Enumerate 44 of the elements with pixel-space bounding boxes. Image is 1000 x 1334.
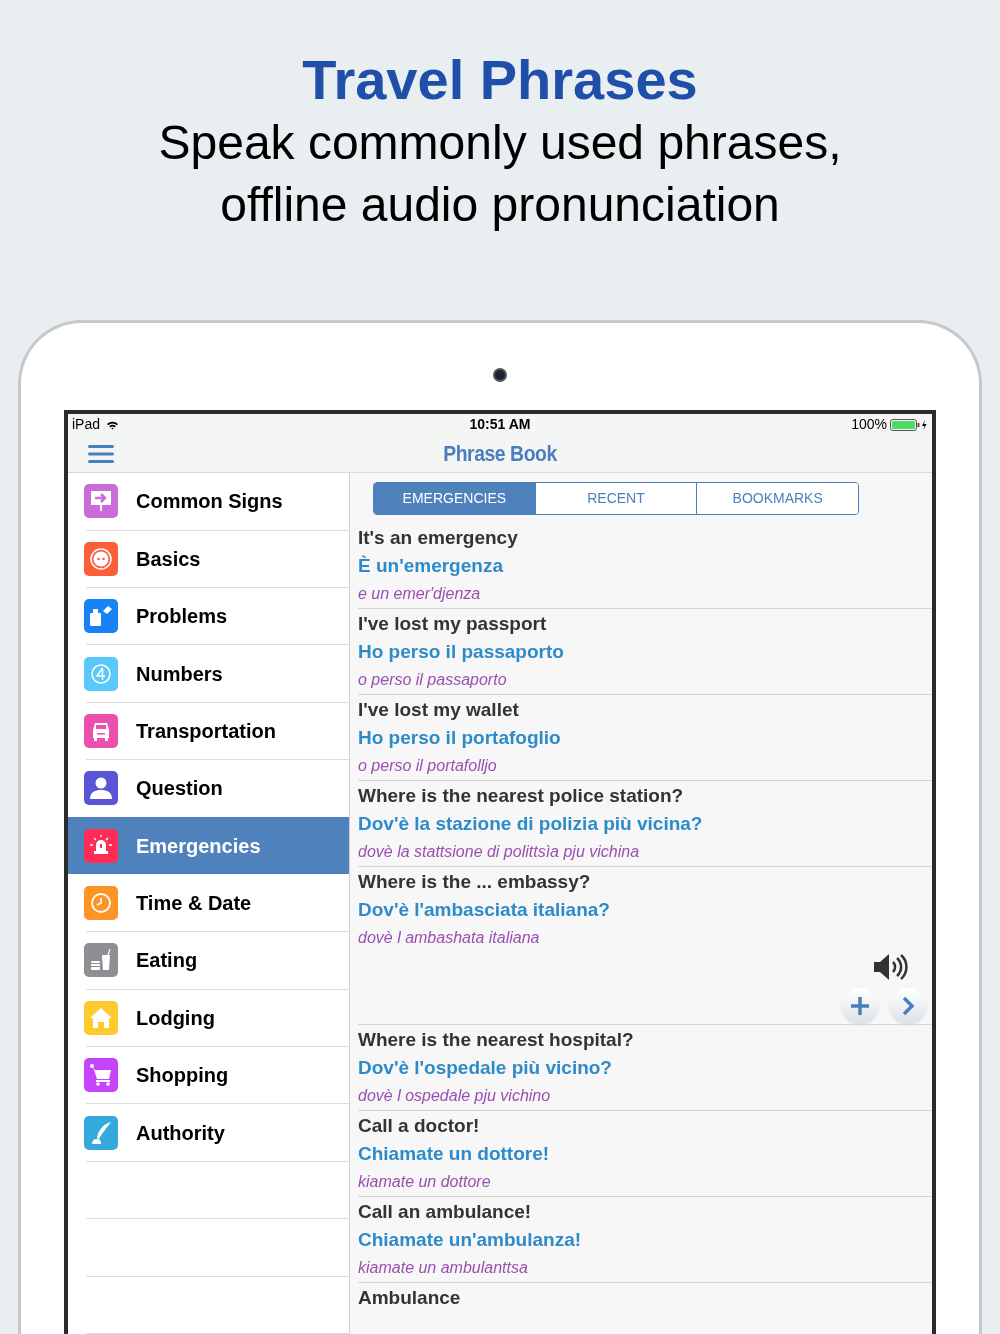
device-name: iPad — [72, 415, 101, 434]
subtitle: Speak commonly used phrases, offline audio pronunciation — [157, 115, 843, 233]
italian-phrase: Chiamate un dottore! — [358, 1141, 550, 1166]
italian-phrase: È un'emergenza — [358, 553, 503, 578]
battery-percent: 100% — [851, 415, 887, 434]
english-phrase: Ambulance — [358, 1285, 461, 1310]
english-phrase: I've lost my passport — [358, 611, 547, 636]
pronunciation-text: o perso il portafolljo — [358, 756, 497, 777]
pronunciation-text: dovè la stattsione di polittsìa pju vichina — [358, 842, 640, 863]
category-item[interactable]: Emergencies — [68, 817, 349, 874]
chevron-icon — [901, 996, 915, 1017]
pronunciation-text: e un emer'djenza — [358, 584, 481, 605]
screen-title: Phrase Book — [443, 440, 557, 469]
pronunciation-text: kiamate un dottore — [358, 1172, 491, 1193]
pronunciation-text: kiamate un ambulanttsa — [358, 1258, 528, 1279]
wifi-icon — [106, 419, 120, 430]
english-phrase: Where is the nearest police station? — [358, 783, 684, 808]
clock: 10:51 AM — [469, 415, 531, 434]
english-phrase: Call a doctor! — [358, 1113, 480, 1138]
english-phrase: Call an ambulance! — [358, 1199, 532, 1224]
english-phrase: Where is the ... embassy? — [358, 869, 591, 894]
pronunciation-text: dovè l ambashata italiana — [358, 928, 540, 949]
battery-icon — [890, 418, 928, 431]
segment-tab[interactable]: BOOKMARKS — [696, 483, 858, 515]
italian-phrase: Dov'è l'ambasciata italiana? — [358, 897, 610, 922]
next-button[interactable] — [890, 988, 926, 1025]
italian-phrase: Ho perso il portafoglio — [358, 725, 561, 750]
italian-phrase: Chiamate un'ambulanza! — [358, 1227, 582, 1252]
english-phrase: I've lost my wallet — [358, 697, 519, 722]
pronunciation-text: dovè l ospedale pju vichino — [358, 1086, 551, 1107]
add-bookmark-button[interactable] — [842, 988, 878, 1025]
headline: Travel Phrases — [302, 48, 698, 112]
segment-tab[interactable]: RECENT — [534, 483, 697, 515]
pronunciation-text: o perso il passaporto — [358, 670, 507, 691]
english-phrase: It's an emergency — [358, 525, 518, 550]
plus-icon — [849, 995, 871, 1018]
italian-phrase: Dov'è l'ospedale più vicino? — [358, 1055, 612, 1080]
italian-phrase: Dov'è la stazione di polizia più vicina? — [358, 811, 703, 836]
menu-icon[interactable] — [88, 443, 114, 464]
english-phrase: Where is the nearest hospital? — [358, 1027, 634, 1052]
camera-icon — [493, 367, 507, 382]
italian-phrase: Ho perso il passaporto — [358, 639, 564, 664]
speaker-icon[interactable] — [872, 952, 910, 983]
segment-tab[interactable]: EMERGENCIES — [374, 483, 535, 515]
